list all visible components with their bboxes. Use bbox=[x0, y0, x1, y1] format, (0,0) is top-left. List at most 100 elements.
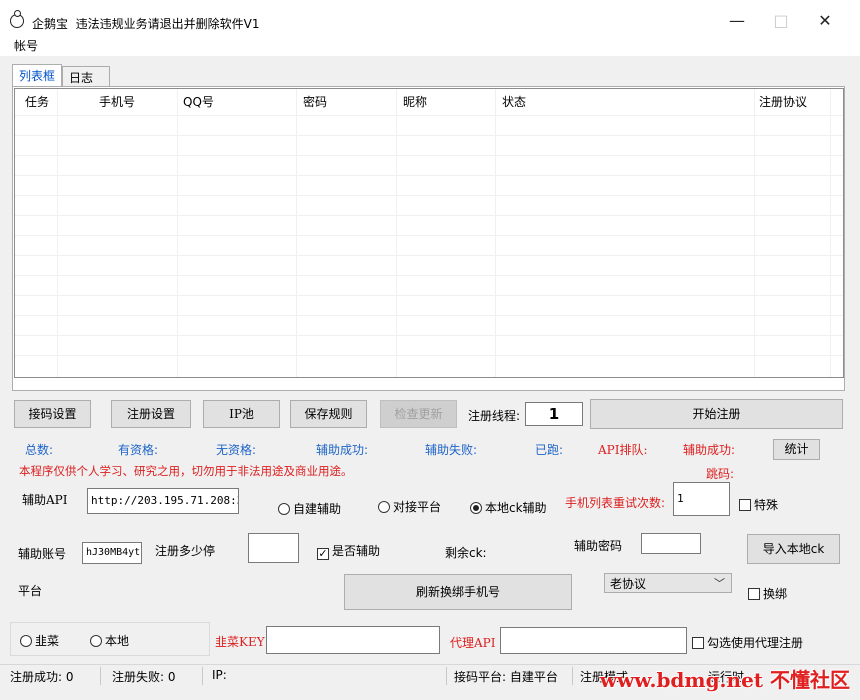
status-separator bbox=[572, 667, 573, 685]
table-header-protocol[interactable]: 注册协议 bbox=[753, 89, 807, 115]
stat-unqualified: 无资格: bbox=[216, 443, 257, 457]
window-title: 企鹅宝 违法违规业务请退出并删除软件V1 bbox=[32, 15, 260, 32]
register-pause-input[interactable] bbox=[248, 533, 299, 563]
assist-password-label: 辅助密码 bbox=[574, 539, 623, 553]
menu-account[interactable]: 帐号 bbox=[14, 37, 38, 54]
use-proxy-checkbox[interactable]: 勾选使用代理注册 bbox=[692, 634, 803, 651]
assist-account-label: 辅助账号 bbox=[18, 547, 67, 561]
table-header-phone[interactable]: 手机号 bbox=[93, 89, 135, 115]
list-panel: 任务 手机号 QQ号 密码 昵称 状态 注册协议 bbox=[12, 86, 845, 391]
retry-count-label: 手机列表重试次数: bbox=[565, 496, 666, 510]
protocol-select[interactable]: 老协议 ﹀ bbox=[604, 573, 732, 593]
row-divider bbox=[15, 155, 843, 156]
radio-feicai-label: 韭菜 bbox=[35, 634, 60, 648]
is-assist-checkbox[interactable]: ✓ 是否辅助 bbox=[317, 542, 380, 560]
row-divider bbox=[15, 235, 843, 236]
protocol-selected-value: 老协议 bbox=[610, 577, 647, 591]
feicai-key-label: 韭菜KEY bbox=[215, 635, 265, 649]
radio-local-label: 本地 bbox=[105, 634, 130, 648]
radio-local-ck-assist[interactable]: 本地ck辅助 bbox=[470, 499, 547, 516]
radio-direct-platform[interactable]: 对接平台 bbox=[378, 498, 441, 515]
use-proxy-label: 勾选使用代理注册 bbox=[707, 636, 804, 650]
register-settings-button[interactable]: 注册设置 bbox=[111, 400, 191, 428]
rebind-checkbox[interactable]: 换绑 bbox=[748, 585, 787, 602]
status-separator bbox=[100, 667, 101, 685]
status-separator bbox=[446, 667, 447, 685]
table-header-task[interactable]: 任务 bbox=[19, 89, 49, 115]
stat-assist-success: 辅助成功: bbox=[316, 443, 369, 457]
menu-bar: 帐号 bbox=[0, 34, 860, 56]
table-header-nickname[interactable]: 昵称 bbox=[397, 89, 427, 115]
row-divider bbox=[15, 195, 843, 196]
special-label: 特殊 bbox=[754, 498, 779, 512]
assist-password-input[interactable] bbox=[641, 533, 701, 554]
assist-api-label: 辅助API bbox=[22, 493, 68, 507]
stat-api-queue: API排队: bbox=[598, 443, 648, 457]
assist-account-input[interactable]: hJ30MB4yt bbox=[82, 542, 142, 564]
status-register-fail: 注册失败: 0 bbox=[112, 670, 176, 684]
tab-list[interactable]: 列表框 bbox=[12, 64, 62, 86]
radio-dot bbox=[278, 503, 290, 515]
radio-local[interactable]: 本地 bbox=[90, 632, 129, 649]
radio-dot-selected bbox=[470, 502, 482, 514]
disclaimer-notice: 本程序仅供个人学习、研究之用，切勿用于非法用途及商业用途。 bbox=[19, 464, 353, 478]
close-button[interactable]: ✕ bbox=[810, 10, 840, 32]
radio-dot bbox=[20, 635, 32, 647]
import-local-ck-button[interactable]: 导入本地ck bbox=[747, 534, 840, 564]
ip-pool-button[interactable]: IP池 bbox=[203, 400, 280, 428]
row-divider bbox=[15, 315, 843, 316]
radio-direct-platform-label: 对接平台 bbox=[393, 500, 442, 514]
stat-skip-code: 跳码: bbox=[706, 467, 735, 481]
proxy-api-label: 代理API bbox=[450, 636, 496, 650]
status-separator bbox=[202, 667, 203, 685]
checkbox-box bbox=[692, 637, 704, 649]
stat-assist-fail: 辅助失败: bbox=[425, 443, 478, 457]
status-ip: IP: bbox=[212, 668, 227, 682]
special-checkbox[interactable]: 特殊 bbox=[739, 496, 778, 513]
radio-self-built-assist[interactable]: 自建辅助 bbox=[278, 500, 341, 517]
register-pause-label: 注册多少停 bbox=[155, 544, 216, 558]
feicai-key-input[interactable] bbox=[266, 626, 440, 654]
task-table[interactable]: 任务 手机号 QQ号 密码 昵称 状态 注册协议 bbox=[14, 88, 844, 378]
table-header-qq[interactable]: QQ号 bbox=[177, 89, 214, 115]
status-register-success: 注册成功: 0 bbox=[10, 670, 74, 684]
rebind-label: 换绑 bbox=[763, 587, 788, 601]
statistics-button[interactable]: 统计 bbox=[773, 439, 820, 460]
thread-count-input[interactable]: 1 bbox=[525, 402, 583, 426]
thread-label: 注册线程: bbox=[468, 409, 521, 423]
remaining-ck-label: 剩余ck: bbox=[445, 546, 487, 560]
row-divider bbox=[15, 115, 843, 116]
proxy-api-input[interactable] bbox=[500, 627, 687, 654]
maximize-button: □ bbox=[773, 11, 789, 30]
save-rules-button[interactable]: 保存规则 bbox=[290, 400, 367, 428]
site-watermark: www.bdmg.net 不懂社区 bbox=[599, 668, 850, 692]
tab-log[interactable]: 日志 bbox=[62, 66, 110, 86]
row-divider bbox=[15, 295, 843, 296]
table-header-password[interactable]: 密码 bbox=[297, 89, 327, 115]
chevron-down-icon: ﹀ bbox=[714, 577, 725, 590]
retry-count-input[interactable]: 1 bbox=[673, 482, 730, 516]
assist-api-input[interactable]: http://203.195.71.208:38 bbox=[87, 488, 239, 514]
start-register-button[interactable]: 开始注册 bbox=[590, 399, 843, 429]
penguin-app-icon bbox=[10, 10, 24, 28]
radio-self-built-label: 自建辅助 bbox=[293, 502, 342, 516]
stat-qualified: 有资格: bbox=[118, 443, 159, 457]
table-header-status[interactable]: 状态 bbox=[496, 89, 526, 115]
row-divider bbox=[15, 335, 843, 336]
radio-feicai[interactable]: 韭菜 bbox=[20, 632, 59, 649]
radio-dot bbox=[90, 635, 102, 647]
refresh-rebind-phone-button[interactable]: 刷新换绑手机号 bbox=[344, 574, 572, 610]
radio-dot bbox=[378, 501, 390, 513]
check-update-button: 检查更新 bbox=[380, 400, 457, 428]
stat-assist-success-2: 辅助成功: bbox=[683, 443, 736, 457]
platform-label: 平台 bbox=[18, 584, 43, 598]
window-title-text: 违法违规业务请退出并删除软件V1 bbox=[75, 17, 260, 31]
app-name: 企鹅宝 bbox=[32, 17, 69, 31]
row-divider bbox=[15, 175, 843, 176]
title-bar: 企鹅宝 违法违规业务请退出并删除软件V1 — □ ✕ bbox=[0, 0, 860, 34]
status-code-platform: 接码平台: 自建平台 bbox=[454, 670, 558, 684]
checkbox-box bbox=[748, 588, 760, 600]
minimize-button[interactable]: — bbox=[722, 10, 752, 32]
code-settings-button[interactable]: 接码设置 bbox=[14, 400, 91, 428]
row-divider bbox=[15, 215, 843, 216]
